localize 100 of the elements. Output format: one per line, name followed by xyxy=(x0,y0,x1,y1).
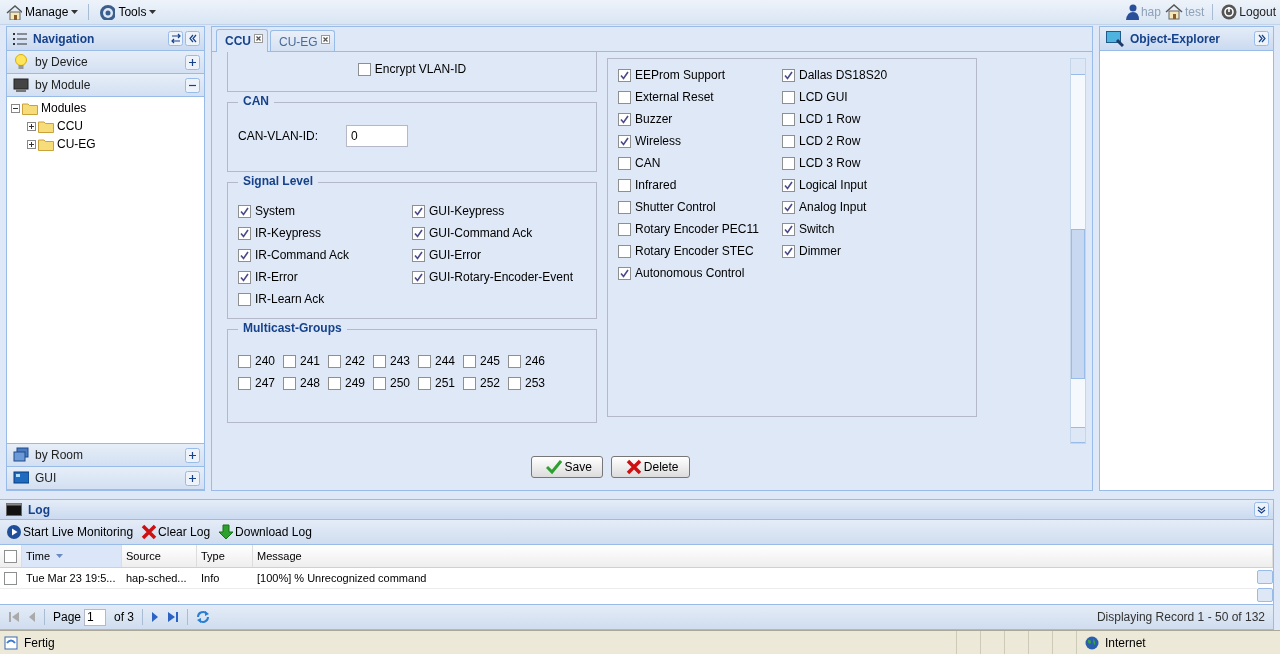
checkbox[interactable] xyxy=(412,204,425,218)
column-header[interactable]: Source xyxy=(122,545,197,567)
expand-button[interactable] xyxy=(185,470,200,486)
collapse-button[interactable] xyxy=(1254,502,1269,517)
tree-item[interactable]: Modules xyxy=(40,101,87,115)
scrollbar[interactable] xyxy=(1257,568,1273,604)
expand-button[interactable] xyxy=(185,54,200,70)
collapse-toggle-icon[interactable] xyxy=(11,103,20,113)
tree-item[interactable]: CU-EG xyxy=(56,137,96,151)
down-arrow-icon xyxy=(218,524,235,540)
accordion-header[interactable]: by Device xyxy=(7,51,204,74)
save-button[interactable]: Save xyxy=(531,456,603,478)
checkbox[interactable] xyxy=(782,134,795,148)
checkbox-label: Wireless xyxy=(635,134,681,148)
page-field[interactable]: 1 xyxy=(84,608,107,626)
checkbox[interactable] xyxy=(508,354,521,368)
checkbox[interactable] xyxy=(782,244,795,258)
checkbox[interactable] xyxy=(782,200,795,214)
checkbox[interactable] xyxy=(418,354,431,368)
checkbox[interactable] xyxy=(238,376,251,390)
checkbox-label: IR-Learn Ack xyxy=(255,292,325,306)
scrollbar[interactable] xyxy=(1070,58,1086,444)
checkbox[interactable] xyxy=(618,244,631,258)
collapse-button[interactable] xyxy=(185,31,200,46)
checkbox[interactable] xyxy=(238,292,251,306)
checkbox[interactable] xyxy=(328,354,341,368)
last-page-icon[interactable] xyxy=(167,611,180,623)
tree-item[interactable]: CCU xyxy=(56,119,83,133)
checkbox[interactable] xyxy=(357,62,371,76)
checkbox[interactable] xyxy=(618,178,631,192)
expand-button[interactable] xyxy=(185,447,200,463)
toolbar-button[interactable]: Clear Log xyxy=(139,524,213,540)
refresh-button[interactable] xyxy=(168,31,183,46)
page-count: of 3 xyxy=(114,610,135,624)
menu-button[interactable]: Manage xyxy=(4,2,81,22)
checkbox-label: 247 xyxy=(255,376,276,390)
checkbox[interactable] xyxy=(238,248,251,262)
delete-button[interactable]: Delete xyxy=(610,456,690,478)
checkbox[interactable] xyxy=(782,90,795,104)
checkbox[interactable] xyxy=(412,248,425,262)
checkbox-label: External Reset xyxy=(635,90,714,104)
previous-page-icon[interactable] xyxy=(28,611,36,623)
checkbox[interactable] xyxy=(618,134,631,148)
checkbox-label: 241 xyxy=(300,354,321,368)
checkbox[interactable] xyxy=(238,226,251,240)
checkbox[interactable] xyxy=(618,156,631,170)
menu-button[interactable]: Tools xyxy=(97,2,159,22)
checkbox[interactable] xyxy=(782,222,795,236)
checkbox[interactable] xyxy=(373,376,386,390)
checkbox[interactable] xyxy=(418,376,431,390)
checkbox[interactable] xyxy=(618,90,631,104)
checkbox[interactable] xyxy=(4,571,17,585)
select-all-checkbox[interactable] xyxy=(4,549,17,563)
checkbox[interactable] xyxy=(618,112,631,126)
collapse-button[interactable] xyxy=(185,77,200,93)
column-header[interactable]: Time xyxy=(22,545,122,567)
close-icon[interactable] xyxy=(254,34,263,43)
text-field[interactable]: 0 xyxy=(346,125,408,147)
checkbox[interactable] xyxy=(463,354,476,368)
checkbox[interactable] xyxy=(508,376,521,390)
accordion-header[interactable]: by Room xyxy=(7,444,204,467)
next-page-icon[interactable] xyxy=(151,611,160,623)
checkbox[interactable] xyxy=(618,266,631,280)
checkbox[interactable] xyxy=(782,178,795,192)
tab[interactable]: CU-EG xyxy=(270,30,335,51)
checkbox[interactable] xyxy=(782,156,795,170)
checkbox[interactable] xyxy=(618,68,631,82)
accordion-header[interactable]: GUI xyxy=(7,467,204,490)
tab[interactable]: CCU xyxy=(216,29,268,52)
checkbox[interactable] xyxy=(782,68,795,82)
column-header[interactable]: Message xyxy=(253,545,1273,567)
checkbox[interactable] xyxy=(373,354,386,368)
toolbar-button[interactable]: Download Log xyxy=(216,524,314,540)
checkbox[interactable] xyxy=(412,270,425,284)
accordion-header[interactable]: by Module xyxy=(7,74,204,97)
logout-link[interactable]: Logout xyxy=(1221,4,1276,20)
checkbox[interactable] xyxy=(463,376,476,390)
checkbox[interactable] xyxy=(283,354,296,368)
checkbox-label: IR-Command Ack xyxy=(255,248,350,262)
checkbox[interactable] xyxy=(238,354,251,368)
gear-icon xyxy=(99,4,116,20)
checkbox[interactable] xyxy=(238,204,251,218)
caret-icon xyxy=(149,10,157,14)
checkbox[interactable] xyxy=(412,226,425,240)
expand-toggle-icon[interactable] xyxy=(27,139,36,149)
refresh-icon[interactable] xyxy=(196,610,211,624)
close-icon[interactable] xyxy=(320,35,330,44)
toolbar-button[interactable]: Start Live Monitoring xyxy=(4,524,136,540)
checkbox[interactable] xyxy=(283,376,296,390)
expand-toggle-icon[interactable] xyxy=(27,121,36,131)
first-page-icon[interactable] xyxy=(8,611,20,623)
list-icon xyxy=(13,31,27,46)
checkbox-label: 242 xyxy=(345,354,366,368)
checkbox[interactable] xyxy=(782,112,795,126)
checkbox[interactable] xyxy=(328,376,341,390)
expand-button[interactable] xyxy=(1254,31,1269,46)
checkbox[interactable] xyxy=(238,270,251,284)
column-header[interactable]: Type xyxy=(197,545,253,567)
checkbox[interactable] xyxy=(618,200,631,214)
checkbox[interactable] xyxy=(618,222,631,236)
